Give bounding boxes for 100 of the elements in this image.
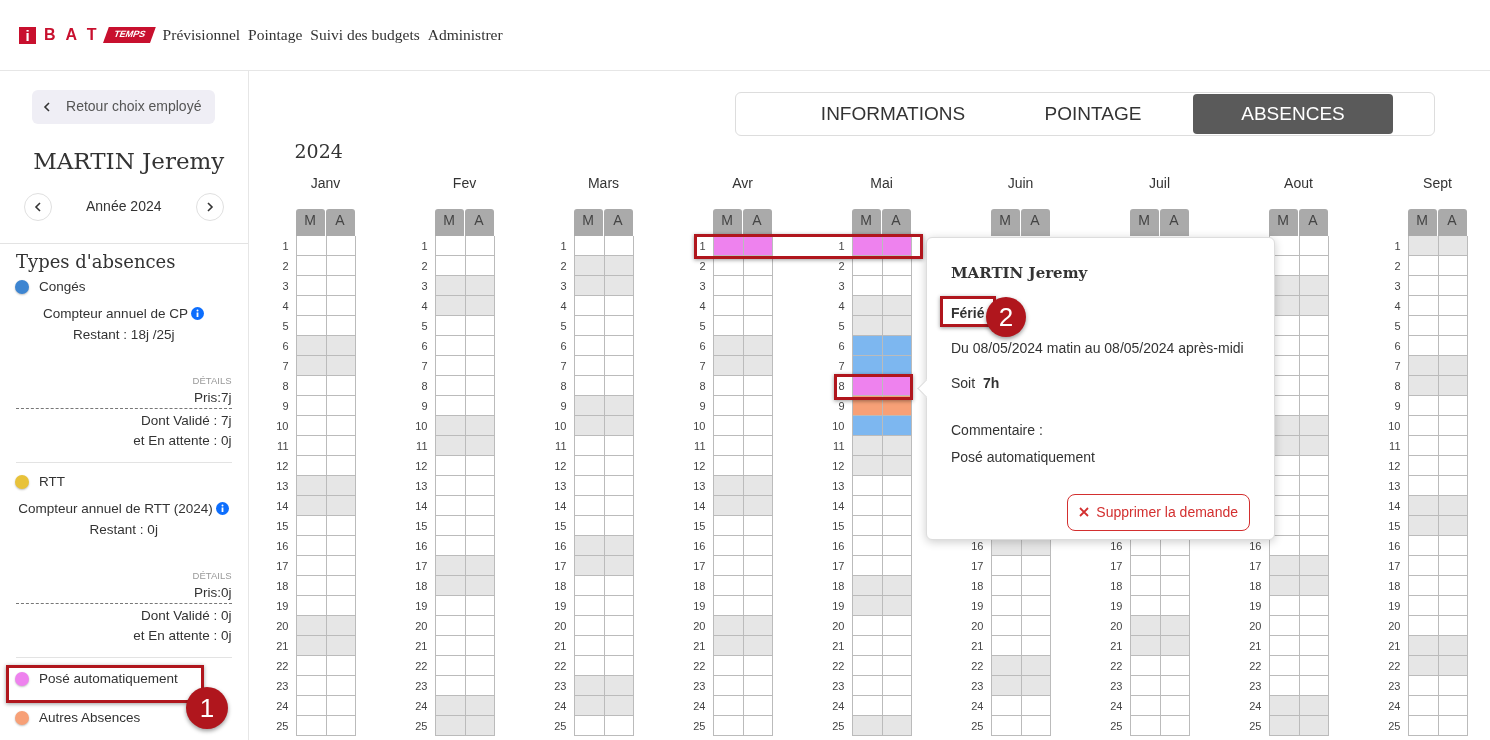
calendar-cell[interactable] <box>742 616 773 636</box>
calendar-cell[interactable] <box>434 396 465 416</box>
calendar-cell[interactable] <box>573 296 604 316</box>
calendar-cell[interactable] <box>1159 576 1190 596</box>
calendar-cell[interactable] <box>573 696 604 716</box>
calendar-cell[interactable] <box>990 696 1021 716</box>
calendar-cell[interactable] <box>851 676 882 696</box>
calendar-cell[interactable] <box>881 636 912 656</box>
calendar-cell[interactable] <box>742 296 773 316</box>
calendar-cell[interactable] <box>1407 716 1438 736</box>
calendar-cell[interactable] <box>295 536 326 556</box>
calendar-cell[interactable] <box>1298 476 1329 496</box>
calendar-cell[interactable] <box>990 676 1021 696</box>
calendar-cell[interactable] <box>851 716 882 736</box>
calendar-cell[interactable] <box>881 296 912 316</box>
calendar-cell[interactable] <box>1298 636 1329 656</box>
calendar-cell[interactable] <box>1129 636 1160 656</box>
calendar-cell[interactable] <box>1129 596 1160 616</box>
calendar-cell[interactable] <box>1407 476 1438 496</box>
calendar-cell[interactable] <box>573 236 604 256</box>
calendar-cell[interactable] <box>325 596 356 616</box>
calendar-cell[interactable] <box>742 696 773 716</box>
calendar-cell[interactable] <box>325 456 356 476</box>
calendar-cell[interactable] <box>1407 556 1438 576</box>
calendar-cell[interactable] <box>295 716 326 736</box>
calendar-cell[interactable] <box>712 356 743 376</box>
calendar-cell[interactable] <box>573 376 604 396</box>
calendar-cell[interactable] <box>712 276 743 296</box>
calendar-cell[interactable] <box>1129 676 1160 696</box>
calendar-cell[interactable] <box>1407 576 1438 596</box>
calendar-cell[interactable] <box>325 336 356 356</box>
calendar-cell[interactable] <box>1407 696 1438 716</box>
calendar-cell[interactable] <box>573 516 604 536</box>
calendar-cell[interactable] <box>1298 496 1329 516</box>
calendar-cell[interactable] <box>712 316 743 336</box>
calendar-cell[interactable] <box>464 396 495 416</box>
calendar-cell[interactable] <box>742 716 773 736</box>
calendar-cell[interactable] <box>1437 376 1468 396</box>
next-year-button[interactable] <box>195 192 224 221</box>
calendar-cell[interactable] <box>1407 256 1438 276</box>
calendar-cell[interactable] <box>742 316 773 336</box>
calendar-cell[interactable] <box>1407 636 1438 656</box>
calendar-cell[interactable] <box>742 676 773 696</box>
calendar-cell[interactable] <box>851 536 882 556</box>
calendar-cell[interactable] <box>1437 296 1468 316</box>
calendar-cell[interactable] <box>742 556 773 576</box>
calendar-cell[interactable] <box>1020 656 1051 676</box>
calendar-cell[interactable] <box>573 556 604 576</box>
calendar-cell[interactable] <box>573 716 604 736</box>
calendar-cell[interactable] <box>295 516 326 536</box>
nav-link[interactable]: Pointage <box>248 23 303 47</box>
calendar-cell[interactable] <box>1437 676 1468 696</box>
calendar-cell[interactable] <box>851 576 882 596</box>
calendar-cell[interactable] <box>881 476 912 496</box>
calendar-cell[interactable] <box>1407 456 1438 476</box>
calendar-cell[interactable] <box>325 356 356 376</box>
calendar-cell[interactable] <box>1298 236 1329 256</box>
calendar-cell[interactable] <box>1159 556 1190 576</box>
calendar-cell[interactable] <box>603 496 634 516</box>
calendar-cell[interactable] <box>1298 376 1329 396</box>
calendar-cell[interactable] <box>295 456 326 476</box>
calendar-cell[interactable] <box>712 516 743 536</box>
calendar-cell[interactable] <box>573 276 604 296</box>
calendar-cell[interactable] <box>325 676 356 696</box>
calendar-cell[interactable] <box>742 576 773 596</box>
calendar-cell[interactable] <box>881 556 912 576</box>
calendar-cell[interactable] <box>325 416 356 436</box>
calendar-cell[interactable] <box>851 336 882 356</box>
calendar-cell[interactable] <box>434 596 465 616</box>
calendar-cell[interactable] <box>464 696 495 716</box>
calendar-cell[interactable] <box>712 576 743 596</box>
calendar-cell[interactable] <box>1298 256 1329 276</box>
calendar-cell[interactable] <box>1437 636 1468 656</box>
calendar-cell[interactable] <box>1407 336 1438 356</box>
calendar-cell[interactable] <box>603 716 634 736</box>
calendar-cell[interactable] <box>712 716 743 736</box>
calendar-cell[interactable] <box>1268 576 1299 596</box>
calendar-cell[interactable] <box>434 256 465 276</box>
calendar-cell[interactable] <box>712 436 743 456</box>
calendar-cell[interactable] <box>1298 356 1329 376</box>
calendar-cell[interactable] <box>1298 416 1329 436</box>
calendar-cell[interactable] <box>742 656 773 676</box>
calendar-cell[interactable] <box>1298 536 1329 556</box>
calendar-cell[interactable] <box>851 276 882 296</box>
calendar-cell[interactable] <box>295 496 326 516</box>
calendar-cell[interactable] <box>881 576 912 596</box>
calendar-cell[interactable] <box>1159 696 1190 716</box>
calendar-cell[interactable] <box>1407 616 1438 636</box>
calendar-cell[interactable] <box>603 296 634 316</box>
calendar-cell[interactable] <box>881 456 912 476</box>
calendar-cell[interactable] <box>464 636 495 656</box>
calendar-cell[interactable] <box>1268 676 1299 696</box>
calendar-cell[interactable] <box>712 416 743 436</box>
calendar-cell[interactable] <box>1437 236 1468 256</box>
back-button[interactable]: Retour choix employé <box>32 90 216 124</box>
calendar-cell[interactable] <box>573 256 604 276</box>
calendar-cell[interactable] <box>1437 476 1468 496</box>
calendar-cell[interactable] <box>1298 276 1329 296</box>
calendar-cell[interactable] <box>742 456 773 476</box>
calendar-cell[interactable] <box>295 336 326 356</box>
